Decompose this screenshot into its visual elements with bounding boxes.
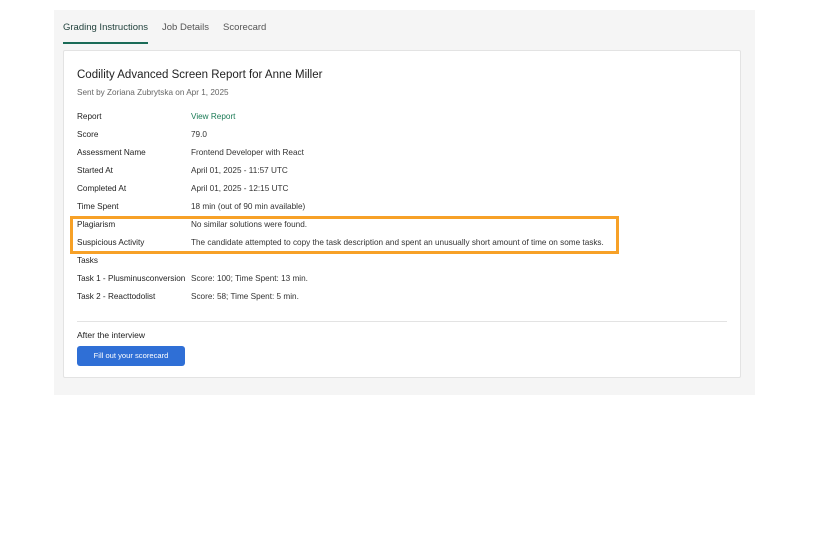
row-label: Task 2 - Reacttodolist xyxy=(77,292,156,301)
highlight-box xyxy=(70,216,619,254)
row-value: April 01, 2025 - 11:57 UTC xyxy=(191,166,288,175)
tab-grading-instructions[interactable]: Grading Instructions xyxy=(63,22,149,44)
row-label: Completed At xyxy=(77,184,127,193)
row-task-2: Task 2 - Reacttodolist Score: 58; Time S… xyxy=(77,291,717,309)
row-label: Tasks xyxy=(77,256,98,265)
report-card: Codility Advanced Screen Report for Anne… xyxy=(63,50,741,378)
row-score: Score 79.0 xyxy=(77,129,717,147)
row-label: Report xyxy=(77,112,102,121)
fill-scorecard-button[interactable]: Fill out your scorecard xyxy=(77,346,185,366)
sent-by-text: Sent by Zoriana Zubrytska on Apr 1, 2025 xyxy=(77,88,229,97)
row-value: April 01, 2025 - 12:15 UTC xyxy=(191,184,289,193)
report-title: Codility Advanced Screen Report for Anne… xyxy=(77,69,323,81)
after-interview-label: After the interview xyxy=(77,330,146,340)
row-value: 18 min (out of 90 min available) xyxy=(191,202,306,211)
row-label: Started At xyxy=(77,166,113,175)
row-tasks: Tasks xyxy=(77,255,717,273)
grading-panel: Grading Instructions Job Details Scoreca… xyxy=(54,10,755,395)
view-report-link[interactable]: View Report xyxy=(191,111,235,123)
row-label: Score xyxy=(77,130,99,139)
section-divider xyxy=(77,321,727,322)
tab-bar: Grading Instructions Job Details Scoreca… xyxy=(63,22,755,44)
row-label: Time Spent xyxy=(77,202,119,211)
row-assessment-name: Assessment Name Frontend Developer with … xyxy=(77,147,717,165)
row-task-1: Task 1 - Plusminusconversion Score: 100;… xyxy=(77,273,717,291)
row-report: Report View Report xyxy=(77,111,717,129)
row-label: Assessment Name xyxy=(77,148,146,157)
row-started-at: Started At April 01, 2025 - 11:57 UTC xyxy=(77,165,717,183)
row-value: Score: 100; Time Spent: 13 min. xyxy=(191,274,308,283)
tab-job-details[interactable]: Job Details xyxy=(162,22,209,44)
report-details: Report View Report Score 79.0 Assessment… xyxy=(77,111,717,309)
row-value: 79.0 xyxy=(191,130,207,139)
tab-scorecard[interactable]: Scorecard xyxy=(223,22,266,44)
row-value: Score: 58; Time Spent: 5 min. xyxy=(191,292,299,301)
row-label: Task 1 - Plusminusconversion xyxy=(77,274,186,283)
row-completed-at: Completed At April 01, 2025 - 12:15 UTC xyxy=(77,183,717,201)
row-value: Frontend Developer with React xyxy=(191,148,304,157)
